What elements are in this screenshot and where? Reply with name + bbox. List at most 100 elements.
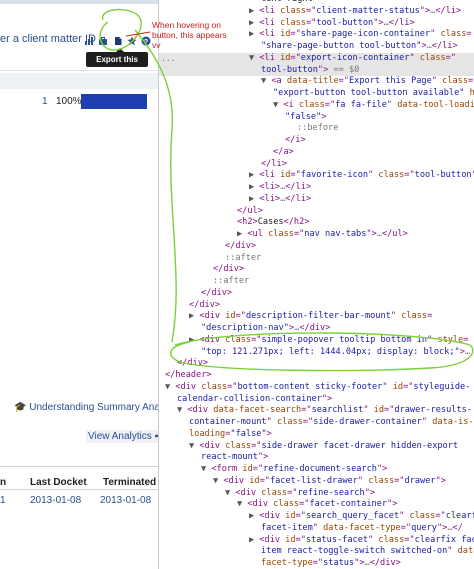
selected-node-ellipsis: ... (161, 53, 176, 63)
collapse-triangle-icon[interactable]: ▶ (249, 182, 259, 192)
dom-node-line[interactable]: ▶ <li>…</li> (159, 194, 474, 206)
dom-node-line[interactable]: <h2>Cases</h2> (159, 217, 474, 229)
dom-node-line[interactable]: calendar-collision-container"> (159, 394, 474, 406)
result-bar-fill (81, 94, 147, 109)
collapse-triangle-icon[interactable]: ▶ (249, 18, 259, 28)
expand-triangle-icon[interactable]: ▼ (177, 405, 187, 415)
expand-triangle-icon[interactable]: ▼ (237, 499, 247, 509)
collapse-triangle-icon[interactable]: ▶ (249, 511, 259, 521)
dom-node-line[interactable]: </div> (159, 264, 474, 276)
expand-triangle-icon[interactable]: ▼ (261, 76, 271, 86)
svg-text:?: ? (144, 39, 148, 46)
dom-node-line[interactable]: tool-button"> == $0 (159, 64, 474, 77)
results-header-band (0, 73, 158, 89)
dom-node-line[interactable]: loading="false"> (159, 429, 474, 441)
dom-node-line[interactable]: ▼ <form id="refine-document-search"> (159, 464, 474, 476)
dom-node-line[interactable]: "export-button tool-button available" hr… (159, 88, 474, 100)
summary-link-label: Understanding Summary Analytics (29, 402, 158, 413)
table-cell: 2013-01-08 (30, 495, 82, 506)
dom-node-line[interactable]: ▶ <li>…</li> (159, 182, 474, 194)
dom-node-line[interactable]: ▼ <div data-facet-search="searchlist" id… (159, 405, 474, 417)
collapse-triangle-icon[interactable]: ▶ (249, 535, 259, 545)
dom-node-line[interactable]: ▶ <div class="simple-popover tooltip bot… (159, 335, 474, 347)
column-header-terminated[interactable]: Terminated (103, 477, 156, 488)
table-header-rule (0, 489, 158, 490)
top-strip (0, 0, 158, 4)
dom-node-line[interactable]: ::before (159, 123, 474, 135)
file-icon[interactable] (113, 36, 123, 46)
dom-node-line[interactable]: container-mount" class="side-drawer-cont… (159, 417, 474, 429)
dom-node-line[interactable]: </ul> (159, 206, 474, 218)
client-matter-search-input[interactable]: er a client matter ID (0, 33, 96, 45)
column-header-n[interactable]: n (0, 477, 6, 488)
collapse-triangle-icon[interactable]: ▶ (237, 229, 247, 239)
column-header-last-docket[interactable]: Last Docket (30, 477, 87, 488)
dom-node-line[interactable]: facet-type="status">…</div> (159, 558, 474, 569)
dom-node-line[interactable]: ::after (159, 276, 474, 288)
star-icon[interactable] (127, 36, 137, 46)
dom-node-line[interactable]: </a> (159, 147, 474, 159)
collapse-triangle-icon[interactable]: ▶ (189, 335, 199, 345)
bar-chart-icon[interactable] (84, 36, 94, 46)
collapse-triangle-icon[interactable]: ▶ (249, 29, 259, 39)
dom-node-line[interactable]: </i> (159, 135, 474, 147)
result-bar (81, 94, 147, 109)
dom-node-line[interactable]: </li> (159, 159, 474, 171)
dom-node-line[interactable]: "top: 121.271px; left: 1444.04px; displa… (159, 347, 474, 359)
dom-node-line[interactable]: ::after (159, 253, 474, 265)
expand-triangle-icon[interactable]: ▼ (213, 476, 223, 486)
dom-node-line[interactable]: ▶ <div id="description-filter-bar-mount"… (159, 311, 474, 323)
dom-node-line[interactable]: </div> (159, 358, 474, 370)
dom-node-line[interactable]: "description-nav">…</div> (159, 323, 474, 335)
expand-triangle-icon[interactable]: ▼ (249, 53, 259, 63)
divider (0, 70, 158, 71)
view-analytics-button[interactable]: View Analytics ➦ (86, 430, 158, 443)
expand-triangle-icon[interactable]: ▼ (225, 488, 235, 498)
dom-node-line[interactable]: ▶ <div id="status-facet" class="clearfix… (159, 535, 474, 547)
annotation-line: When hovering on (152, 20, 221, 30)
collapse-triangle-icon[interactable]: ▶ (249, 194, 259, 204)
dom-node-line[interactable]: "false"> (159, 112, 474, 124)
annotation-line: vv (152, 40, 161, 50)
understanding-summary-analytics-link[interactable]: 🎓 Understanding Summary Analytics (14, 402, 158, 413)
dom-node-line[interactable]: ▼ <div id="facet-list-drawer" class="dra… (159, 476, 474, 488)
table-cell[interactable]: 1 (0, 495, 6, 506)
help-icon[interactable]: ? (141, 36, 151, 46)
annotation-note: When hovering on button, this appears vv (152, 20, 227, 50)
dom-node-line[interactable]: react-mount"> (159, 452, 474, 464)
result-percent: 100% (56, 96, 82, 107)
view-analytics-label: View Analytics (88, 431, 152, 442)
graduation-cap-icon: 🎓 (14, 402, 27, 413)
dom-node-line[interactable]: ▼ <a data-title="Export this Page" class… (159, 76, 474, 88)
dom-node-line[interactable]: ▶ <div id="search_query_facet" class="cl… (159, 511, 474, 523)
collapse-triangle-icon[interactable]: ▶ (189, 311, 199, 321)
table-top-rule (0, 466, 158, 467)
table-cell: 2013-01-08 (100, 495, 152, 506)
app-pane: er a client matter ID ? Export this Page… (0, 0, 158, 569)
devtools-elements-panel[interactable]: text-right">▶ <li class="client-matter-s… (158, 0, 474, 569)
dom-node-line[interactable]: ▶ <ul class="nav nav-tabs">…</ul> (159, 229, 474, 241)
dom-node-line[interactable]: ▼ <div class="bottom-content sticky-foot… (159, 382, 474, 394)
dom-node-line[interactable]: </div> (159, 241, 474, 253)
dom-node-line[interactable]: </div> (159, 288, 474, 300)
dom-node-line[interactable]: ▼ <div class="facet-container"> (159, 499, 474, 511)
expand-triangle-icon[interactable]: ▼ (201, 464, 211, 474)
dom-node-line[interactable]: ▶ <li id="favorite-icon" class="tool-but… (159, 170, 474, 182)
dom-node-line[interactable]: </div> (159, 300, 474, 312)
annotation-line: button, this appears (152, 30, 227, 40)
collapse-triangle-icon[interactable]: ▶ (249, 6, 259, 16)
briefcase-icon[interactable] (98, 36, 108, 46)
dom-node-line[interactable]: facet-item" data-facet-type="query">…</ (159, 523, 474, 535)
dom-node-line[interactable]: ▼ <li id="export-icon-container" class=" (159, 52, 474, 65)
result-count[interactable]: 1 (42, 96, 48, 107)
expand-triangle-icon[interactable]: ▼ (189, 441, 199, 451)
expand-triangle-icon[interactable]: ▼ (165, 382, 175, 392)
dom-node-line[interactable]: </header> (159, 370, 474, 382)
dom-node-line[interactable]: ▶ <li class="client-matter-status">…</li… (159, 6, 474, 18)
dom-node-line[interactable]: ▼ <div class="refine-search"> (159, 488, 474, 500)
collapse-triangle-icon[interactable]: ▶ (249, 170, 259, 180)
dom-node-line[interactable]: ▼ <div class="side-drawer facet-drawer h… (159, 441, 474, 453)
dom-node-line[interactable]: ▼ <i class="fa fa-file" data-tool-loadin… (159, 100, 474, 112)
dom-node-line[interactable]: item react-toggle-switch switched-on" da… (159, 546, 474, 558)
expand-triangle-icon[interactable]: ▼ (273, 100, 283, 110)
